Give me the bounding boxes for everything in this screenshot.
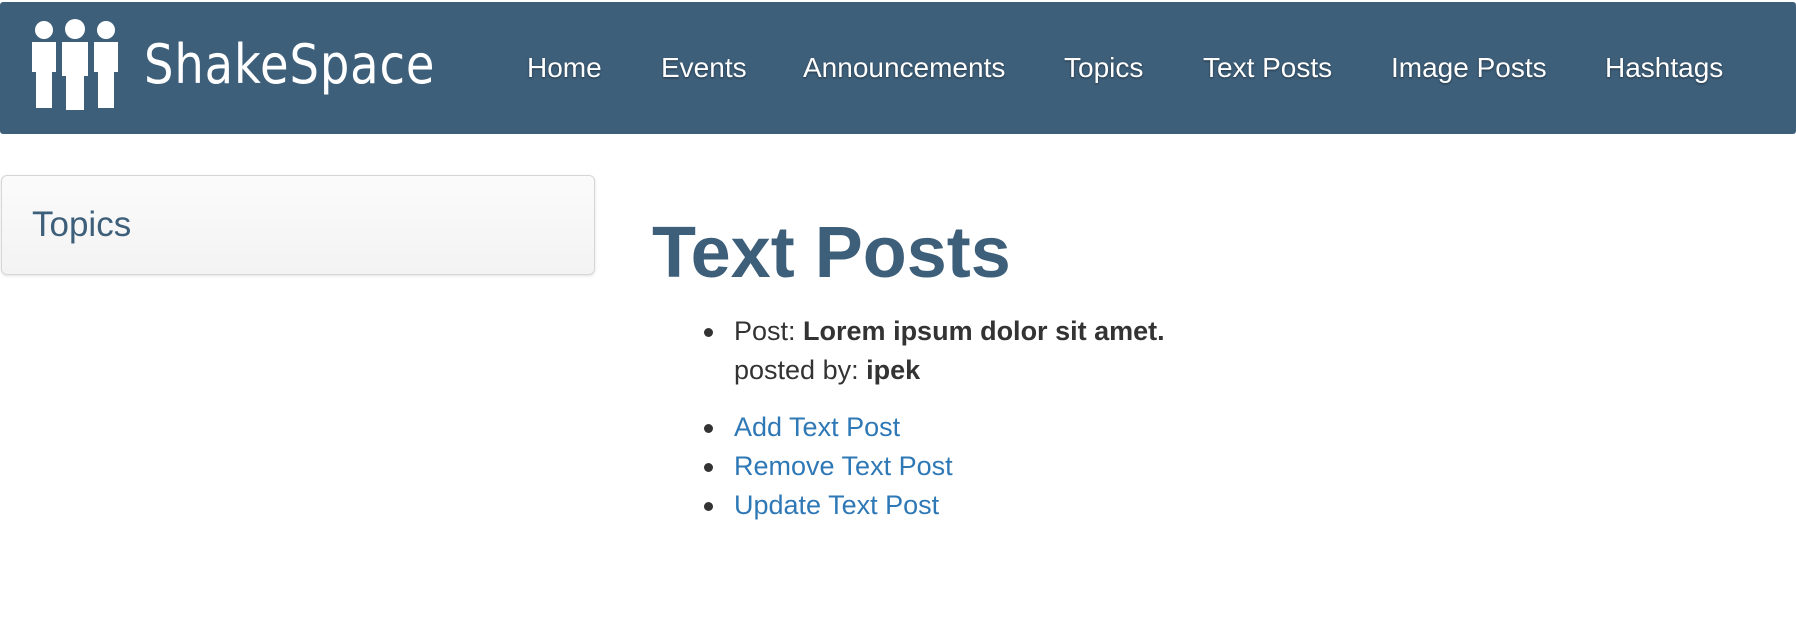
add-text-post-link[interactable]: Add Text Post	[734, 412, 900, 442]
bullet-icon	[704, 463, 713, 472]
posted-by-label: posted by:	[734, 355, 859, 385]
posted-by-line: posted by: ipek	[734, 351, 1165, 390]
bullet-icon	[704, 502, 713, 511]
list-item: Add Text Post	[704, 408, 953, 447]
text-post-list: Post: Lorem ipsum dolor sit amet. posted…	[704, 312, 1165, 390]
nav-item-topics[interactable]: Topics	[1064, 48, 1143, 88]
bullet-icon	[704, 424, 713, 433]
nav-item-home[interactable]: Home	[527, 48, 602, 88]
list-item: Update Text Post	[704, 486, 953, 525]
update-text-post-link[interactable]: Update Text Post	[734, 490, 939, 520]
post-text: Lorem ipsum dolor sit amet.	[803, 316, 1165, 346]
post-label: Post:	[734, 316, 796, 346]
nav-item-hashtags[interactable]: Hashtags	[1605, 48, 1723, 88]
nav-item-text-posts[interactable]: Text Posts	[1203, 48, 1332, 88]
page-title: Text Posts	[652, 213, 1011, 293]
remove-text-post-link[interactable]: Remove Text Post	[734, 451, 953, 481]
nav-item-image-posts[interactable]: Image Posts	[1391, 48, 1547, 88]
main-nav: Home Events Announcements Topics Text Po…	[0, 2, 1796, 134]
top-navbar: ShakeSpace Home Events Announcements Top…	[0, 2, 1796, 134]
bullet-icon	[704, 328, 713, 337]
topics-panel-title: Topics	[32, 205, 132, 244]
post-line: Post: Lorem ipsum dolor sit amet.	[734, 312, 1165, 351]
nav-item-events[interactable]: Events	[661, 48, 747, 88]
topics-panel: Topics	[1, 175, 595, 275]
list-item: Post: Lorem ipsum dolor sit amet. posted…	[704, 312, 1165, 390]
text-post-actions: Add Text Post Remove Text Post Update Te…	[704, 408, 953, 525]
post-author: ipek	[866, 355, 921, 385]
list-item: Remove Text Post	[704, 447, 953, 486]
nav-item-announcements[interactable]: Announcements	[803, 48, 1005, 88]
